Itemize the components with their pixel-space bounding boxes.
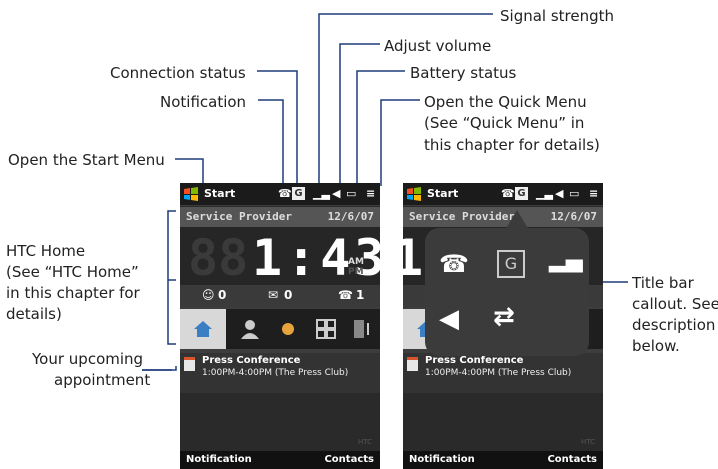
title-bar: Start ☎ G ▁▃ ◀ ▭ ≡ — [180, 183, 380, 206]
callout-bubble-tail — [505, 210, 529, 230]
softkey-bar: Notification Contacts — [403, 451, 603, 469]
callout-quick-menu-line2: (See “Quick Menu” in — [424, 114, 585, 132]
htc-brand: HTC — [580, 438, 595, 446]
appointment[interactable]: Press Conference 1:00PM-4:00PM (The Pres… — [180, 353, 380, 393]
start-label[interactable]: Start — [204, 187, 235, 200]
missed-icon: ☺ — [202, 288, 215, 302]
date: 12/6/07 — [550, 210, 597, 223]
battery-icon[interactable]: ▭ — [346, 187, 356, 200]
clock-pm: PM — [348, 267, 364, 277]
start-label[interactable]: Start — [427, 187, 458, 200]
music-tab-icon[interactable] — [350, 317, 374, 341]
weather-tab-icon[interactable] — [276, 317, 300, 341]
notification-icon[interactable]: ☎ — [278, 187, 292, 200]
calls-icon: ☎ — [338, 288, 353, 302]
calendar-icon — [407, 357, 418, 371]
volume-icon[interactable]: ◀ — [555, 187, 563, 200]
windows-flag-icon[interactable] — [406, 186, 422, 202]
people-tab-icon[interactable] — [238, 317, 262, 341]
callout-htc-home-3: in this chapter for — [6, 284, 140, 302]
signal-icon[interactable]: ▁▃ — [313, 187, 330, 200]
htc-brand: HTC — [357, 438, 372, 446]
calls-count: 1 — [356, 288, 365, 302]
title-bar-2: Start ☎ G ▁▃ ◀ ▭ ≡ — [403, 183, 603, 206]
tab-home[interactable] — [180, 309, 226, 349]
callout-htc-home-4: details) — [6, 305, 62, 323]
appointment[interactable]: Press Conference 1:00PM-4:00PM (The Pres… — [403, 353, 603, 393]
quick-menu-icon[interactable]: ≡ — [589, 187, 598, 200]
counts-bar: ☺ 0 ✉ 0 ☎ 1 — [180, 285, 380, 307]
callout-htc-home-2: (See “HTC Home” — [6, 263, 139, 281]
signal-icon[interactable]: ▂▄ — [549, 248, 583, 273]
calendar-icon — [184, 357, 195, 371]
messages-icon: ✉ — [268, 288, 279, 302]
callout-title-bar-1: Title bar — [632, 274, 694, 292]
missed-count: 0 — [218, 288, 227, 302]
date: 12/6/07 — [327, 210, 374, 223]
callout-adjust-volume: Adjust volume — [384, 37, 492, 55]
network-g-icon[interactable]: G — [497, 250, 525, 278]
signal-icon[interactable]: ▁▃ — [536, 187, 553, 200]
title-bar-callout-bubble: ☎ G ▂▄ ◀ ⇄ — [425, 228, 589, 356]
notification-icon[interactable]: ☎ — [439, 250, 469, 278]
callout-notification: Notification — [160, 93, 247, 111]
windows-flag-icon[interactable] — [183, 186, 199, 202]
callout-connection-status: Connection status — [110, 64, 246, 82]
home-tab-icon — [194, 321, 212, 337]
volume-icon[interactable]: ◀ — [332, 187, 340, 200]
clock: 88 1:43 AM PM — [180, 227, 380, 287]
notification-icon[interactable]: ☎ — [501, 187, 515, 200]
callout-signal-strength: Signal strength — [500, 7, 615, 25]
service-provider: Service Provider — [186, 210, 292, 223]
callout-title-bar-3: description — [632, 316, 716, 334]
callout-quick-menu-line1: Open the Quick Menu — [424, 93, 587, 111]
appointment-detail: 1:00PM-4:00PM (The Press Club) — [202, 368, 349, 378]
connection-icon[interactable]: ⇄ — [493, 302, 515, 332]
clock-ghost-digits: 88 — [188, 229, 249, 287]
htc-home: Service Provider 12/6/07 88 1:43 AM PM ☺… — [180, 207, 380, 353]
callout-battery-status: Battery status — [410, 64, 517, 82]
callout-appointment-1: Your upcoming — [32, 350, 144, 368]
appointment-detail: 1:00PM-4:00PM (The Press Club) — [425, 368, 572, 378]
home-tabs — [180, 309, 380, 349]
service-provider-bar: Service Provider 12/6/07 — [403, 207, 603, 227]
softkey-bar: Notification Contacts — [180, 451, 380, 469]
quick-menu-icon[interactable]: ≡ — [366, 187, 375, 200]
service-provider-bar: Service Provider 12/6/07 — [180, 207, 380, 227]
apps-tab-icon[interactable] — [314, 317, 338, 341]
appointment-title: Press Conference — [202, 355, 301, 366]
network-g-icon[interactable]: G — [292, 187, 305, 200]
callout-title-bar-2: callout. See — [632, 295, 718, 313]
softkey-notification[interactable]: Notification — [409, 454, 475, 465]
network-g-icon[interactable]: G — [515, 187, 528, 200]
messages-count: 0 — [284, 288, 293, 302]
service-provider: Service Provider — [409, 210, 515, 223]
callout-appointment-2: appointment — [54, 371, 151, 389]
appointment-title: Press Conference — [425, 355, 524, 366]
phone-screen-left: Start ☎ G ▁▃ ◀ ▭ ≡ Service Provider 12/6… — [180, 183, 380, 469]
callout-title-bar-4: below. — [632, 337, 680, 355]
softkey-contacts[interactable]: Contacts — [547, 454, 597, 465]
clock-am: AM — [348, 257, 364, 267]
callout-start-menu: Open the Start Menu — [8, 151, 165, 169]
callout-quick-menu-line3: this chapter for details) — [424, 136, 600, 154]
softkey-notification[interactable]: Notification — [186, 454, 252, 465]
softkey-contacts[interactable]: Contacts — [324, 454, 374, 465]
volume-icon[interactable]: ◀ — [439, 304, 459, 334]
callout-htc-home-1: HTC Home — [6, 242, 86, 260]
battery-icon[interactable]: ▭ — [569, 187, 579, 200]
